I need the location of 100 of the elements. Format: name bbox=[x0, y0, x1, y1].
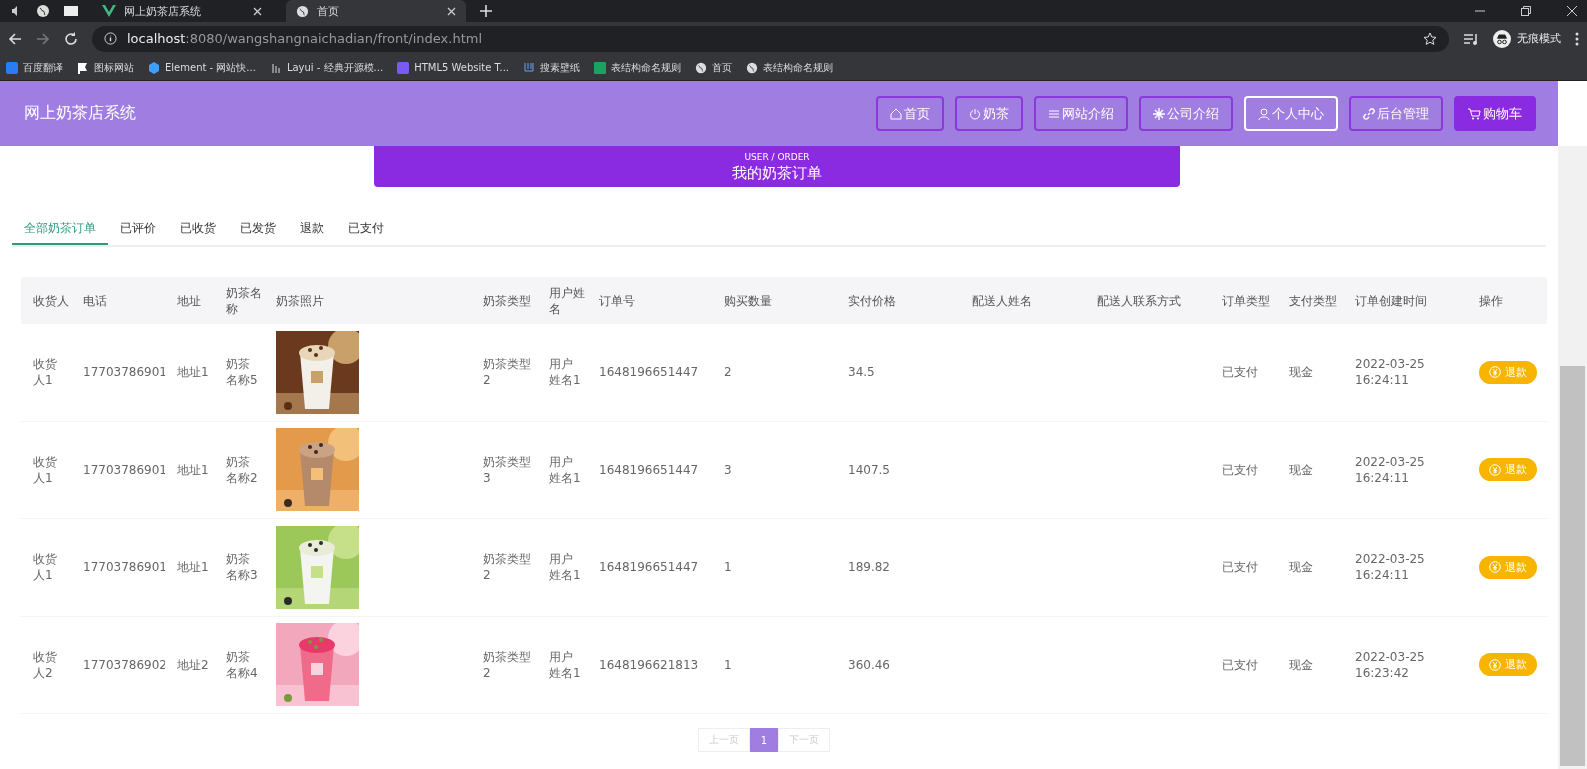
table-cell: 17703786901 bbox=[83, 364, 165, 381]
column-header: 购买数量 bbox=[724, 292, 772, 309]
table-cell-text: 奶茶名称3 bbox=[226, 551, 259, 584]
back-icon[interactable] bbox=[8, 31, 22, 46]
table-cell: 17703786901 bbox=[83, 559, 165, 576]
table-cell: 17703786901 bbox=[83, 461, 165, 478]
sheet-icon bbox=[594, 61, 607, 74]
reload-icon[interactable] bbox=[64, 31, 78, 46]
table-cell-text: 收货人2 bbox=[33, 648, 58, 681]
table-cell-text: 用户姓名1 bbox=[549, 648, 582, 681]
column-header: 奶茶类型 bbox=[483, 292, 531, 309]
order-tab[interactable]: 已收货 bbox=[168, 214, 228, 245]
order-tab[interactable]: 全部奶茶订单 bbox=[12, 214, 108, 245]
hexagon-icon bbox=[148, 61, 160, 74]
table-cell: 现金 bbox=[1289, 461, 1313, 478]
column-header: 用户姓名 bbox=[549, 284, 586, 317]
v-logo-icon bbox=[102, 5, 116, 17]
table-cell: 已支付 bbox=[1222, 656, 1258, 673]
table-cell: 1 bbox=[724, 559, 732, 576]
link-icon bbox=[1363, 107, 1375, 120]
globe-icon[interactable] bbox=[36, 4, 50, 18]
close-icon[interactable] bbox=[253, 6, 262, 16]
bookmark[interactable]: 首页 bbox=[695, 60, 733, 75]
nav-button[interactable]: 购物车 bbox=[1454, 96, 1536, 131]
bookmark[interactable]: 搜素壁纸 bbox=[523, 60, 581, 75]
close-icon[interactable] bbox=[447, 6, 456, 16]
column-header: 奶茶名称 bbox=[226, 284, 263, 317]
column-header: 电话 bbox=[83, 292, 107, 309]
browser-tab[interactable]: 网上奶茶店系统 bbox=[92, 0, 272, 22]
bookmark[interactable]: Layui - 经典开源模... bbox=[269, 60, 384, 75]
table-cell: 1407.5 bbox=[848, 461, 890, 478]
table-cell: 已支付 bbox=[1222, 559, 1258, 576]
more-icon[interactable] bbox=[1575, 31, 1579, 46]
table-cell-text: 用户姓名1 bbox=[549, 453, 582, 486]
banner-subtitle: USER / ORDER bbox=[744, 152, 810, 163]
table-cell: 地址2 bbox=[177, 656, 209, 673]
bookmark[interactable]: HTML5 Website T... bbox=[397, 61, 510, 74]
table-cell: 1648196651447 bbox=[599, 364, 699, 381]
column-header: 配送人联系方式 bbox=[1097, 292, 1181, 309]
table-cell: 17703786902 bbox=[83, 656, 165, 673]
browser-tab[interactable]: 首页 bbox=[286, 0, 466, 22]
sliders-icon bbox=[1048, 107, 1060, 120]
bookmark[interactable]: Element - 网站快... bbox=[148, 60, 256, 75]
table-cell: 34.5 bbox=[848, 364, 875, 381]
column-header: 操作 bbox=[1479, 292, 1503, 309]
bookmark[interactable]: 表结构命名规则 bbox=[594, 60, 682, 75]
bars-icon bbox=[269, 61, 282, 74]
close-icon[interactable] bbox=[1567, 6, 1577, 16]
yen-icon bbox=[1489, 658, 1501, 671]
bookmark[interactable]: 表结构命名规则 bbox=[746, 60, 834, 75]
snowflake-icon bbox=[1153, 107, 1165, 120]
flag-icon bbox=[77, 61, 89, 74]
scrollbar[interactable] bbox=[1558, 146, 1587, 769]
column-header: 配送人姓名 bbox=[972, 292, 1032, 309]
table-cell: 2 bbox=[724, 364, 732, 381]
table-cell-text: 2022-03-25 16:23:42 bbox=[1355, 648, 1426, 681]
column-header: 订单创建时间 bbox=[1355, 292, 1427, 309]
table-cell: 360.46 bbox=[848, 656, 890, 673]
new-tab-icon[interactable] bbox=[480, 5, 492, 17]
table-cell-text: 奶茶类型2 bbox=[483, 551, 532, 584]
order-tab[interactable]: 已发货 bbox=[228, 214, 288, 245]
table-cell-text: 奶茶类型3 bbox=[483, 453, 532, 486]
table-cell: 189.82 bbox=[848, 559, 890, 576]
bookmark[interactable]: 百度翻译 bbox=[6, 60, 63, 75]
order-tab[interactable]: 退款 bbox=[288, 214, 336, 245]
info-icon bbox=[104, 32, 117, 45]
table-cell-text: 用户姓名1 bbox=[549, 356, 582, 389]
user-icon bbox=[1258, 107, 1270, 120]
table-cell-text: 奶茶名称4 bbox=[226, 648, 259, 681]
table-cell-text: 2022-03-25 16:24:11 bbox=[1355, 453, 1426, 486]
table-cell-text: 用户姓名1 bbox=[549, 551, 582, 584]
window-icon[interactable] bbox=[64, 5, 78, 17]
playlist-icon[interactable] bbox=[1463, 31, 1479, 46]
table-cell-text: 收货人1 bbox=[33, 551, 58, 584]
column-header: 订单号 bbox=[599, 292, 635, 309]
address-field[interactable]: localhost:8080/wangshangnaichadian/front/index.html bbox=[92, 25, 1449, 52]
globe-icon bbox=[296, 4, 309, 18]
table-cell-text: 2022-03-25 16:24:11 bbox=[1355, 551, 1426, 584]
table-cell-text: 奶茶名称2 bbox=[226, 453, 259, 486]
column-header: 实付价格 bbox=[848, 292, 896, 309]
yen-icon bbox=[1489, 561, 1501, 574]
table-cell: 地址1 bbox=[177, 364, 209, 381]
square-icon bbox=[397, 61, 410, 74]
column-header: 收货人 bbox=[33, 292, 69, 309]
restore-icon[interactable] bbox=[1521, 6, 1531, 16]
column-header: 订单类型 bbox=[1222, 292, 1270, 309]
globe-icon bbox=[746, 61, 759, 74]
yen-icon bbox=[1489, 366, 1501, 379]
order-tab[interactable]: 已评价 bbox=[108, 214, 168, 245]
forward-icon[interactable] bbox=[36, 31, 50, 46]
site-title: 网上奶茶店系统 bbox=[24, 103, 136, 124]
order-tab[interactable]: 已支付 bbox=[336, 214, 396, 245]
scrollbar-thumb[interactable] bbox=[1560, 366, 1585, 766]
star-icon[interactable] bbox=[1423, 31, 1437, 46]
bookmark[interactable]: 图标网站 bbox=[77, 60, 134, 75]
incognito-badge[interactable]: 无痕模式 bbox=[1493, 29, 1561, 48]
column-header: 地址 bbox=[177, 292, 201, 309]
power-icon bbox=[969, 107, 981, 120]
table-cell-text: 收货人1 bbox=[33, 453, 58, 486]
cart-icon bbox=[1468, 107, 1481, 120]
